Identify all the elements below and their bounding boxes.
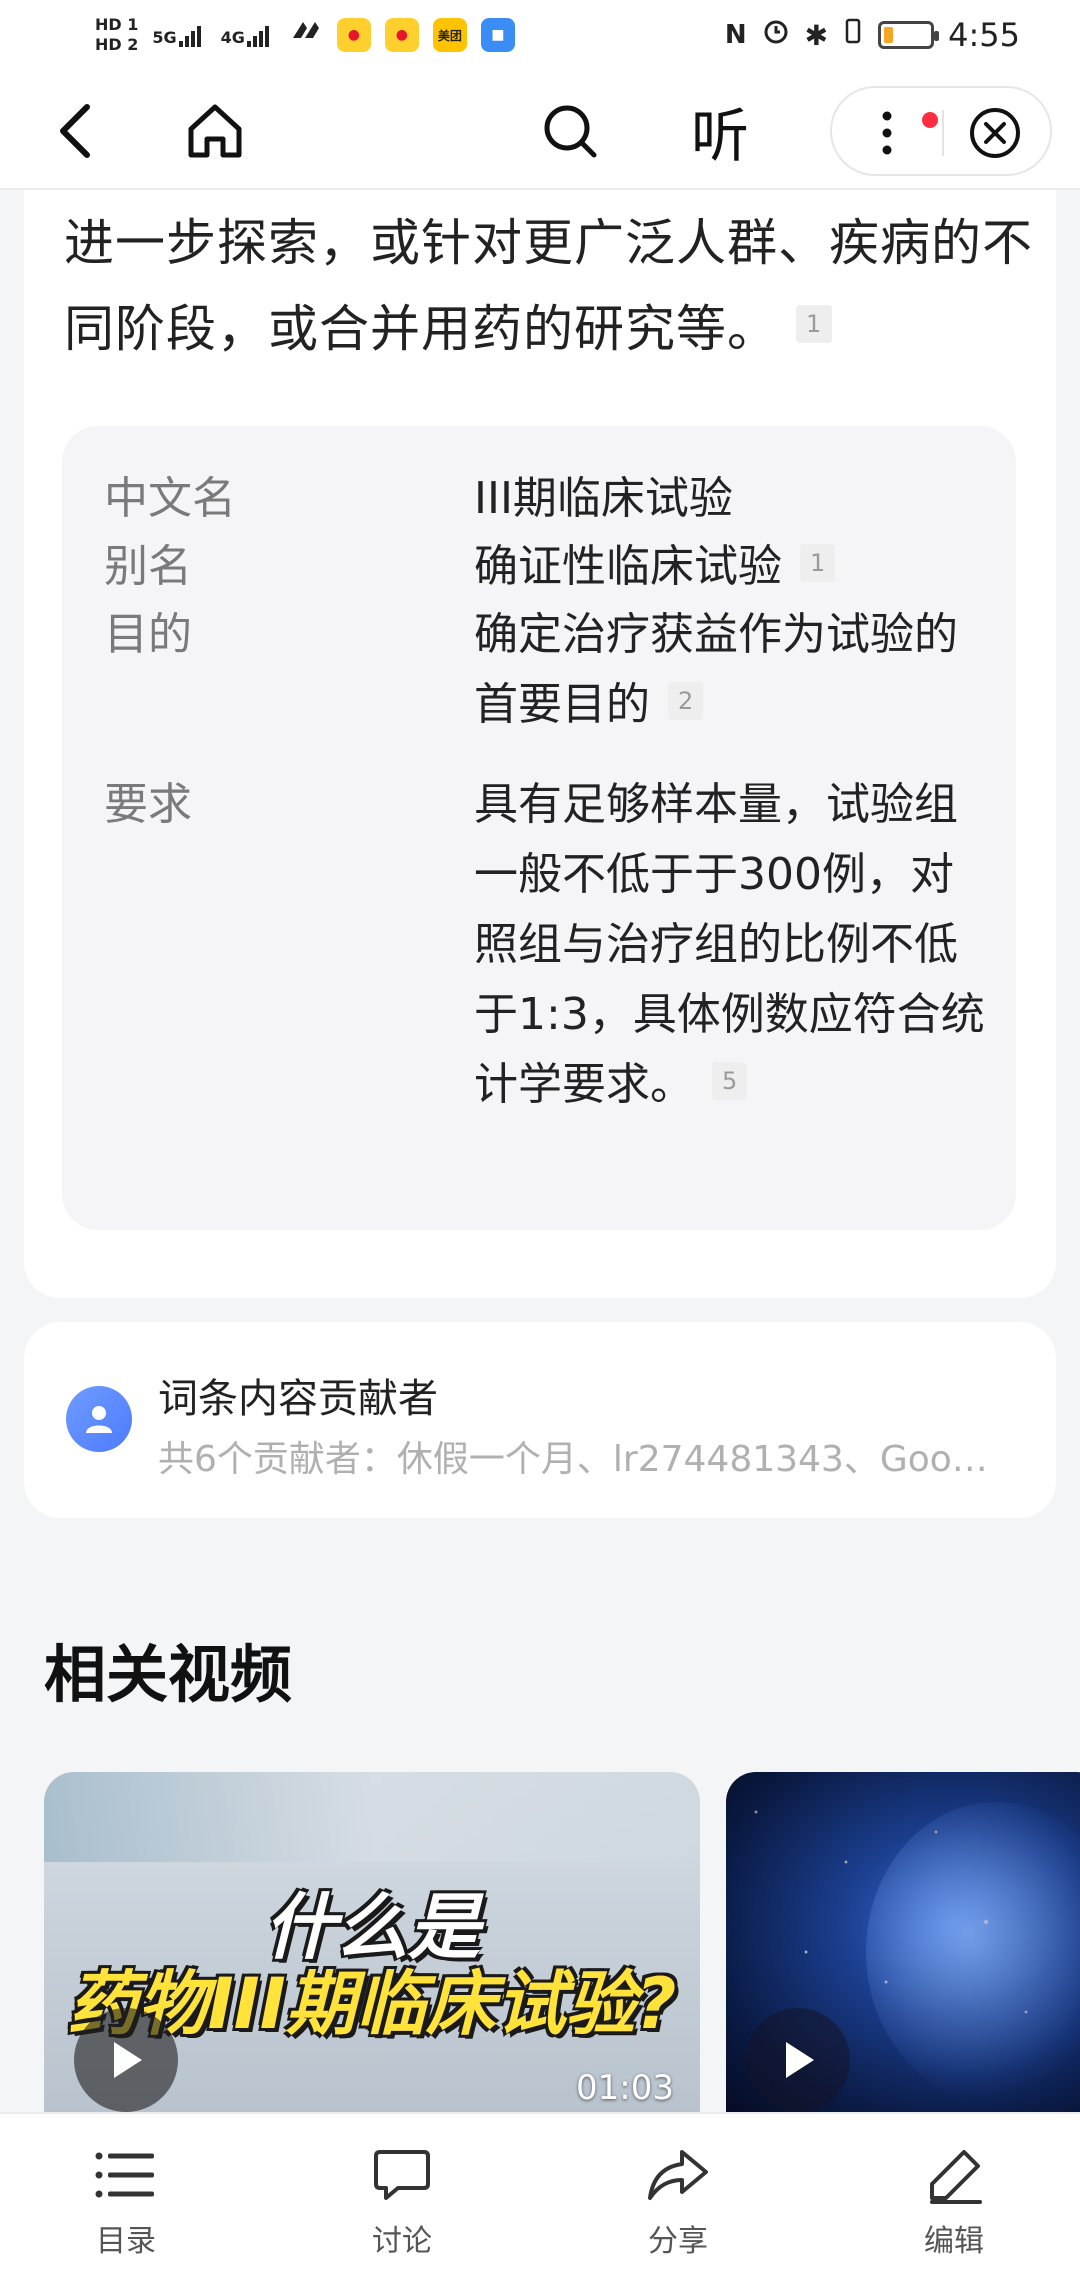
play-button[interactable] [74,2008,178,2112]
vpn-icon [289,16,323,54]
search-icon [544,105,597,158]
discuss-button[interactable]: 讨论 [322,2142,482,2262]
toc-label: 目录 [96,2224,156,2259]
info-label: 别名 [104,541,192,592]
status-bar: HD 1 HD 2 5G 4G ● ● 美团 ■ N ✱ 4:55 [0,0,1080,70]
search-button[interactable] [535,96,605,166]
bluetooth-icon: ✱ [804,18,829,52]
reference-marker[interactable]: 1 [800,544,836,582]
reference-marker[interactable]: 1 [796,305,833,343]
play-button[interactable] [746,2008,850,2112]
info-value: 确证性临床试验 1 [474,532,994,602]
article-paragraph: 进一步探索，或针对更广泛人群、疾病的不同阶段，或合并用药的研究等。 1 [64,214,1033,358]
alarm-icon [761,16,791,54]
nfc-icon: N [724,20,747,50]
home-icon [188,104,242,158]
signal-5g-icon: 5G [152,23,206,47]
home-button[interactable] [180,96,250,166]
edit-icon [919,2142,989,2208]
hd1-indicator: HD 1 [95,15,139,34]
more-vertical-icon [882,111,892,155]
hd2-indicator: HD 2 [95,35,139,54]
weibo-icon: ● [384,18,419,52]
capsule-divider [942,110,944,156]
info-label: 要求 [104,779,192,830]
play-icon [786,2042,814,2078]
notification-dot [922,112,938,128]
mini-program-capsule [830,86,1052,176]
battery-icon [878,21,940,49]
close-button[interactable] [960,98,1030,168]
chevron-left-icon [60,104,90,158]
info-value: III期临床试验 [474,473,733,524]
related-videos-title: 相关视频 [44,1638,293,1711]
user-icon [86,1406,112,1433]
list-icon [91,2142,161,2208]
edit-label: 编辑 [924,2224,984,2259]
info-value: 确定治疗获益作为试验的首要目的 2 [474,609,958,730]
contributors-list: 共6个贡献者：休假一个月、lr274481343、Goo… [158,1439,988,1480]
back-button[interactable] [40,96,110,166]
comment-icon [367,2142,437,2208]
app-icon: ■ [480,18,515,52]
close-circle-icon [970,108,1020,158]
bottom-toolbar: 目录 讨论 分享 编辑 [0,2112,1080,2280]
clock: 4:55 [948,16,1020,54]
play-icon [114,2042,142,2078]
video-card[interactable]: 什么是 药物III期临床试验? 01:03 [44,1772,700,2112]
listen-button[interactable]: 听 [680,96,760,170]
meituan-icon: 美团 [432,18,467,52]
article-card: 进一步探索，或针对更广泛人群、疾病的不同阶段，或合并用药的研究等。 1 中文名 I… [24,190,1056,1298]
top-nav: 听 [0,70,1080,190]
share-label: 分享 [648,2224,708,2259]
discuss-label: 讨论 [372,2224,432,2259]
vibrate-icon [842,16,864,54]
signal-4g-icon: 4G [221,23,275,47]
video-card[interactable] [726,1772,1080,2112]
info-label: 中文名 [104,473,236,524]
basic-info-box: 中文名 III期临床试验 别名 确证性临床试验 1 目的 确定治疗获益作为试验的首… [62,426,1016,1230]
weibo-icon: ● [336,18,371,52]
video-duration: 01:03 [576,2068,674,2108]
toc-button[interactable]: 目录 [46,2142,206,2262]
more-button[interactable] [852,98,938,168]
contributor-avatar [66,1386,132,1452]
contributors-title: 词条内容贡献者 [158,1376,438,1422]
reference-marker[interactable]: 5 [712,1062,748,1100]
info-label: 目的 [104,609,192,660]
contributors-card[interactable]: 词条内容贡献者 共6个贡献者：休假一个月、lr274481343、Goo… [24,1322,1056,1518]
battery-level [884,27,893,43]
info-value: 具有足够样本量，试验组一般不低于于300例，对照组与治疗组的比例不低于1:3，具… [474,779,985,1110]
video-thumbnail-photo [44,1772,700,1862]
edit-button[interactable]: 编辑 [874,2142,1034,2262]
share-button[interactable]: 分享 [598,2142,758,2262]
share-icon [643,2142,713,2208]
reference-marker[interactable]: 2 [668,682,704,720]
